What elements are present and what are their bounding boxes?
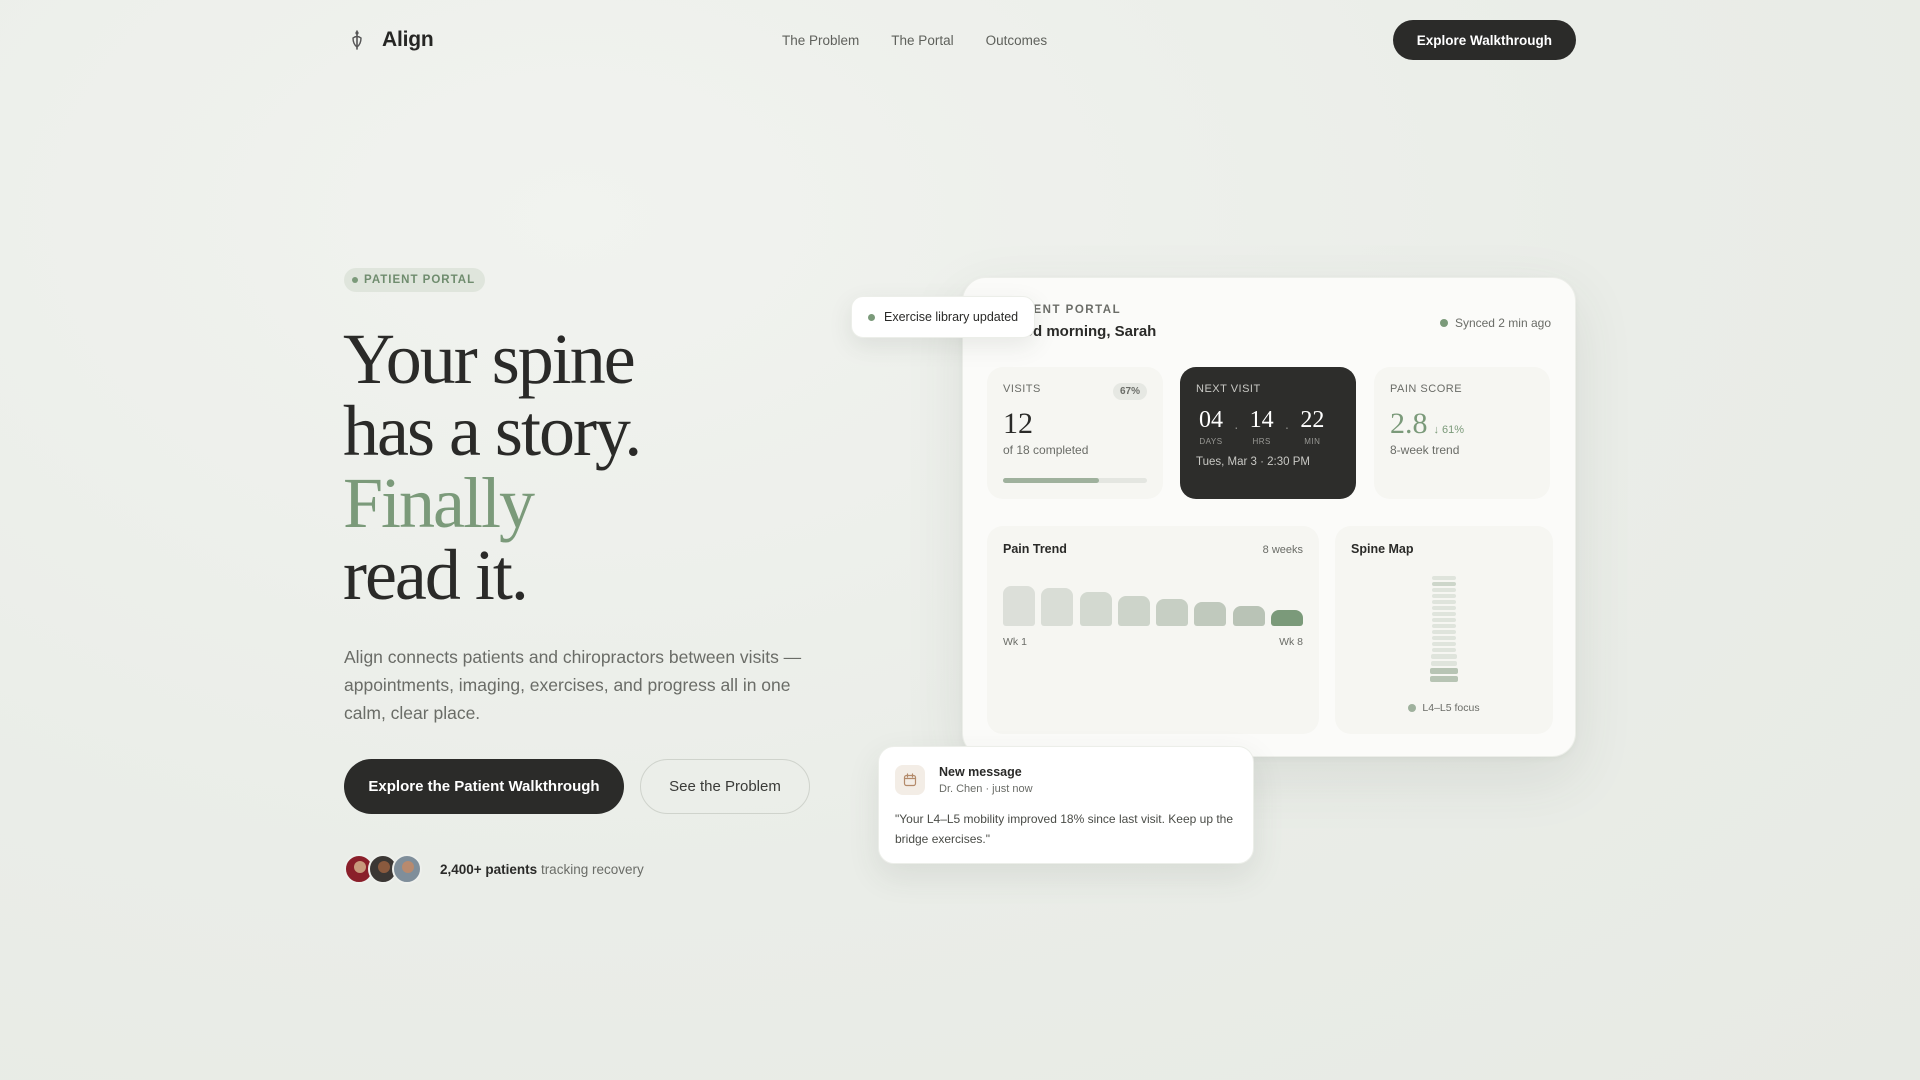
spine-icon — [344, 27, 370, 53]
nav-link-problem[interactable]: The Problem — [782, 33, 859, 48]
next-visit-label: Next Visit — [1196, 383, 1261, 395]
next-visit-date: Tues, Mar 3 · 2:30 PM — [1196, 456, 1310, 468]
trend-bar-3 — [1079, 592, 1112, 626]
brand[interactable]: Align — [344, 27, 434, 53]
pain-score-sub: 8-week trend — [1390, 443, 1460, 457]
spine-map-title: Spine Map — [1351, 542, 1414, 556]
countdown-minutes: 22 MIN — [1297, 407, 1327, 446]
countdown-hours-label: HRS — [1252, 437, 1271, 446]
message-body: "Your L4–L5 mobility improved 18% since … — [895, 812, 1234, 846]
sync-status: Synced 2 min ago — [1439, 316, 1551, 330]
spine-diagram — [1430, 576, 1458, 682]
spine-map-legend-text: L4–L5 focus — [1422, 702, 1480, 714]
countdown: 04 DAYS · 14 HRS · 22 MIN — [1196, 407, 1340, 446]
nav-link-outcomes[interactable]: Outcomes — [986, 33, 1048, 48]
trend-bar-1 — [1003, 586, 1035, 626]
pain-trend-range: 8 weeks — [1262, 544, 1303, 556]
countdown-separator: · — [1284, 419, 1290, 435]
pain-trend-panel[interactable]: Pain Trend 8 weeks Wk 1 Wk 8 — [987, 526, 1319, 734]
sync-dot — [1439, 319, 1448, 327]
countdown-days-label: DAYS — [1199, 437, 1223, 446]
pain-score-label: Pain Score — [1390, 383, 1463, 395]
hero-eyebrow: PATIENT PORTAL — [344, 268, 486, 292]
nav-links: The Problem The Portal Outcomes — [782, 33, 1047, 48]
social-text: 2,400+ patients tracking recovery — [440, 862, 644, 877]
new-message-card[interactable]: New message Dr. Chen · just now "Your L4… — [878, 746, 1254, 864]
see-the-problem-button[interactable]: See the Problem — [640, 759, 810, 814]
legend-dot — [1408, 704, 1417, 712]
pain-trend-title: Pain Trend — [1003, 542, 1067, 556]
headline-line-4: read it. — [343, 535, 529, 615]
countdown-days-value: 04 — [1199, 407, 1223, 433]
visits-progress-fill — [1003, 478, 1100, 483]
visits-sub: of 18 completed — [1003, 443, 1089, 457]
sync-text: Synced 2 min ago — [1454, 316, 1551, 330]
countdown-separator: · — [1234, 419, 1239, 435]
toast-text: Exercise library updated — [884, 310, 1019, 324]
trend-bar-5 — [1156, 599, 1189, 626]
message-title: New message — [939, 765, 1022, 779]
countdown-hours-value: 14 — [1249, 407, 1274, 433]
portal-dashboard-card: PATIENT PORTAL Good morning, Sarah Synce… — [962, 277, 1576, 757]
visits-progress — [1003, 478, 1147, 483]
social-count: 2,400+ patients — [440, 861, 538, 877]
headline-line-3: Finally — [343, 463, 535, 543]
trend-bar-4 — [1117, 596, 1150, 626]
trend-bar-2 — [1041, 588, 1074, 626]
pain-score-card[interactable]: Pain Score 2.8 ↓ 61% 8-week trend — [1374, 367, 1550, 499]
trend-bar-6 — [1194, 602, 1227, 626]
countdown-days: 04 DAYS — [1196, 407, 1226, 446]
calendar-icon — [895, 765, 925, 795]
pain-trend-axis-start: Wk 1 — [1003, 636, 1027, 648]
pain-trend-axis-end: Wk 8 — [1279, 636, 1303, 648]
spine-map-panel[interactable]: Spine Map L4–L5 focus — [1335, 526, 1553, 734]
social-proof: 2,400+ patients tracking recovery — [344, 854, 644, 884]
pain-score-row: 2.8 ↓ 61% — [1390, 407, 1534, 441]
visits-badge: 67% — [1112, 383, 1147, 400]
trend-bar-8 — [1271, 610, 1303, 626]
exercise-update-toast[interactable]: Exercise library updated — [851, 296, 1036, 338]
countdown-hours: 14 HRS — [1247, 407, 1277, 446]
explore-patient-walkthrough-button[interactable]: Explore the Patient Walkthrough — [344, 759, 624, 814]
headline-line-2: has a story. — [343, 391, 642, 471]
explore-walkthrough-button[interactable]: Explore Walkthrough — [1392, 20, 1576, 60]
visits-card[interactable]: Visits 67% 12 of 18 completed — [987, 367, 1163, 499]
next-visit-card[interactable]: Next Visit 04 DAYS · 14 HRS · 22 MIN Tue… — [1180, 367, 1356, 499]
pain-trend-chart — [1003, 586, 1303, 626]
top-nav: Align The Problem The Portal Outcomes Ex… — [344, 20, 1576, 60]
headline-line-1: Your spine — [343, 319, 636, 399]
eyebrow-dot — [352, 277, 358, 283]
social-suffix: tracking recovery — [537, 861, 644, 877]
avatar — [392, 854, 422, 884]
pain-score-value: 2.8 — [1390, 407, 1428, 440]
countdown-minutes-label: MIN — [1304, 437, 1321, 446]
brand-name: Align — [382, 28, 434, 51]
toast-dot — [868, 313, 875, 321]
hero-lead: Align connects patients and chiropractor… — [344, 647, 802, 723]
trend-bar-7 — [1232, 606, 1265, 626]
visits-value: 12 — [1003, 407, 1033, 440]
spine-map-legend: L4–L5 focus — [1335, 702, 1553, 714]
countdown-minutes-value: 22 — [1300, 407, 1325, 433]
message-sender: Dr. Chen · just now — [939, 783, 1033, 795]
pain-score-delta: ↓ 61% — [1433, 424, 1465, 436]
eyebrow-label: PATIENT PORTAL — [364, 274, 476, 286]
avatar-group — [344, 854, 422, 884]
hero-headline: Your spine has a story. Finally read it. — [343, 319, 642, 615]
nav-link-portal[interactable]: The Portal — [891, 33, 953, 48]
